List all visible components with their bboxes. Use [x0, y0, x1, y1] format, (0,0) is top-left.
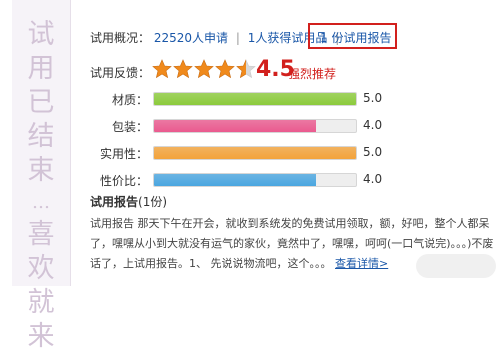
rating-value: 4.0	[363, 118, 383, 132]
rating-label: 包装：	[111, 120, 148, 134]
vertical-char: 欢	[27, 253, 55, 284]
overview-label: 试用概况：	[90, 31, 151, 45]
vertical-char: 喜	[27, 219, 55, 250]
report-title-count: (1份)	[138, 195, 168, 209]
rating-bar-track	[153, 92, 357, 106]
vertical-char: 就	[27, 287, 55, 318]
rating-label: 材质：	[111, 93, 148, 107]
vertical-char: 束	[27, 155, 55, 186]
rating-bar-fill	[154, 147, 356, 159]
vertical-char: 用	[27, 53, 55, 84]
vertical-char: 已	[27, 87, 55, 118]
rating-value: 5.0	[363, 145, 383, 159]
feedback-row: 试用反馈： 4.5 强烈推荐	[90, 57, 500, 85]
rating-row: 实用性： 5.0	[90, 144, 500, 162]
rating-value: 5.0	[363, 91, 383, 105]
report-count-link[interactable]: 1 份试用报告	[320, 29, 391, 46]
rating-label: 性价比：	[99, 174, 148, 188]
report-title-text: 试用报告	[90, 195, 139, 209]
recommend-label: 强烈推荐	[288, 67, 337, 81]
vertical-char: 试	[27, 19, 55, 50]
rating-row: 性价比： 4.0	[90, 171, 500, 189]
applicants-suffix[interactable]: 人申请	[192, 31, 228, 45]
rating-row: 包装： 4.0	[90, 117, 500, 135]
rating-bar-fill	[154, 93, 356, 105]
rating-bar-fill	[154, 174, 316, 186]
rating-label: 实用性：	[99, 147, 148, 161]
vertical-char: …	[32, 192, 50, 213]
rating-bar-track	[153, 146, 357, 160]
star-full-icon	[194, 59, 214, 79]
star-full-icon	[173, 59, 193, 79]
vertical-char: 来	[27, 321, 55, 352]
divider: |	[235, 31, 240, 45]
trial-summary: 试用概况： 22520人申请 | 1人获得试用品 | 1 份试用报告 试用反馈：…	[90, 0, 500, 286]
report-section-title: 试用报告(1份)	[90, 193, 167, 210]
star-full-icon	[215, 59, 235, 79]
watermark-badge	[416, 254, 496, 278]
star-half-icon	[236, 59, 256, 79]
rating-row: 材质： 5.0	[90, 90, 500, 108]
overview-row: 试用概况： 22520人申请 | 1人获得试用品 |	[90, 29, 343, 46]
star-full-icon	[152, 59, 172, 79]
rating-bar-track	[153, 173, 357, 187]
rating-bar-fill	[154, 120, 316, 132]
applicants-count[interactable]: 22520	[154, 31, 192, 45]
rating-bar-track	[153, 119, 357, 133]
trial-ended-vertical-text: 试用已结束 … 喜欢就来	[24, 18, 58, 354]
rating-value: 4.0	[363, 172, 383, 186]
feedback-label: 试用反馈：	[90, 66, 151, 80]
vertical-char: 结	[27, 121, 55, 152]
view-details-link[interactable]: 查看详情>	[335, 257, 388, 270]
